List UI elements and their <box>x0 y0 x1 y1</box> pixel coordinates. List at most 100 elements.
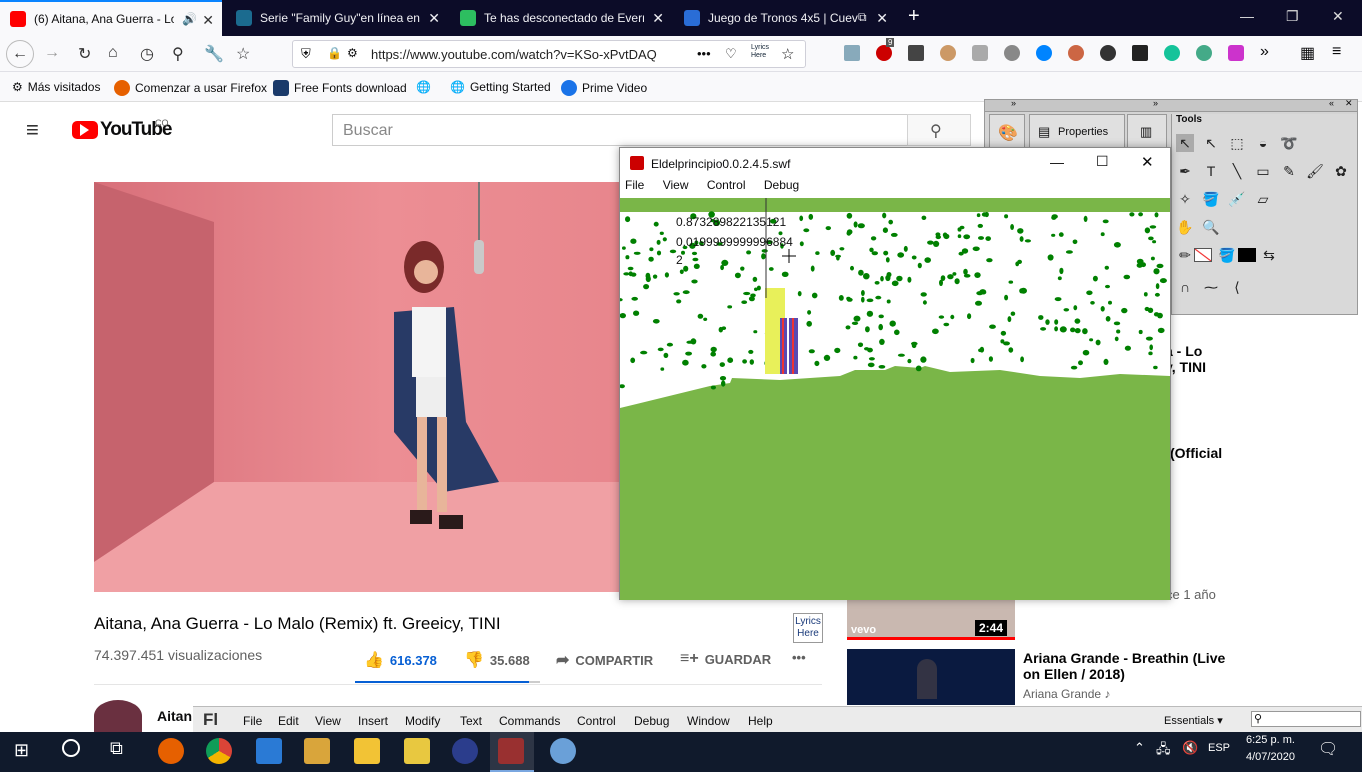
overflow-chevron-icon[interactable]: » <box>1260 43 1269 61</box>
sidebar-title-fragment[interactable]: (Official <box>1170 445 1222 461</box>
menu-debug[interactable]: Debug <box>764 178 799 192</box>
search-input[interactable]: Buscar <box>332 114 908 146</box>
cortana-search-icon[interactable] <box>62 739 80 757</box>
tab-juego-de-tronos[interactable]: Juego de Tronos 4x5 | Cueva ⧉ ✕ <box>674 0 896 36</box>
sidebar-title-fragment[interactable]: y, TINI <box>1165 359 1206 375</box>
tray-chevron-icon[interactable]: ⌃ <box>1134 740 1145 756</box>
network-icon[interactable]: 🖧 <box>1156 740 1171 762</box>
firefox-taskbar-icon[interactable] <box>158 738 184 764</box>
restore-icon[interactable]: ❐ <box>1286 8 1299 25</box>
bookmark-getting-started[interactable]: 🌐 Getting Started <box>450 80 551 94</box>
eyedropper-icon[interactable]: 💉 <box>1228 190 1246 208</box>
collapse-icon[interactable]: » <box>1153 98 1158 108</box>
chrome-taskbar-icon[interactable] <box>206 738 232 764</box>
volume-muted-icon[interactable]: 🔇 <box>1182 740 1198 756</box>
sidebar-channel[interactable]: Ariana Grande ♪ <box>1023 687 1110 701</box>
ide-menu-edit[interactable]: Edit <box>278 714 299 728</box>
monkey-icon[interactable] <box>940 45 956 61</box>
hamburger-menu-icon[interactable]: ≡ <box>26 117 39 143</box>
globe-extension-icon[interactable] <box>1196 45 1212 61</box>
pencil-tool-icon[interactable]: ✎ <box>1280 162 1298 180</box>
text-tool-icon[interactable]: T <box>1202 162 1220 180</box>
zoom-tool-icon[interactable]: 🔍 <box>1202 218 1220 236</box>
home-icon[interactable]: ⌂ <box>108 44 118 62</box>
account-icon[interactable] <box>1100 45 1116 61</box>
notifications-icon[interactable]: 🗨 <box>1318 739 1338 759</box>
free-transform-icon[interactable]: ⬚ <box>1228 134 1246 152</box>
close-tab-icon[interactable]: ✕ <box>202 12 214 29</box>
hand-tool-icon[interactable]: ✋ <box>1176 218 1194 236</box>
maximize-icon[interactable]: ☐ <box>1096 153 1109 170</box>
close-tab-icon[interactable]: ✕ <box>652 10 664 27</box>
brush-tool-icon[interactable]: 🖌 <box>1306 162 1324 180</box>
tab-youtube[interactable]: (6) Aitana, Ana Guerra - Lo M 🔊 ✕ <box>0 0 222 36</box>
ide-menu-debug[interactable]: Debug <box>634 714 669 728</box>
pen-tool-icon[interactable]: ✒ <box>1176 162 1194 180</box>
bookmark-prime-video[interactable]: Prime Video <box>561 80 647 96</box>
menu-file[interactable]: File <box>625 178 644 192</box>
paint-taskbar-icon[interactable] <box>550 738 576 764</box>
dislike-button[interactable]: 👎 35.688 <box>464 650 530 670</box>
deco-tool-icon[interactable]: ✿ <box>1332 162 1350 180</box>
bookmark-globe[interactable]: 🌐 <box>416 80 436 94</box>
clock-date[interactable]: 4/07/2020 <box>1246 751 1295 763</box>
file-explorer-icon[interactable] <box>354 738 380 764</box>
menu-view[interactable]: View <box>663 178 689 192</box>
lock-icon[interactable]: 🔒 <box>327 46 342 60</box>
s-extension-icon[interactable] <box>972 45 988 61</box>
minimize-icon[interactable]: — <box>1050 154 1064 170</box>
close-tab-icon[interactable]: ✕ <box>876 10 888 27</box>
url-bar[interactable]: ⛨ 🔒 ⚙ https://www.youtube.com/watch?v=KS… <box>292 40 806 68</box>
stroke-swatch[interactable] <box>1194 248 1212 262</box>
star-outline-icon[interactable]: ☆ <box>236 44 250 64</box>
minimize-icon[interactable]: — <box>1240 8 1254 24</box>
ide-menu-insert[interactable]: Insert <box>358 714 388 728</box>
collapse-icon[interactable]: » <box>1011 98 1016 108</box>
game-scene[interactable] <box>620 198 1170 600</box>
straighten-icon[interactable]: ⟨ <box>1228 278 1246 296</box>
app-taskbar-icon[interactable] <box>304 738 330 764</box>
audio-playing-icon[interactable]: 🔊 <box>182 12 197 26</box>
like-button[interactable]: 👍 616.378 <box>364 650 437 670</box>
ide-search-input[interactable]: ⚲ <box>1251 711 1361 727</box>
eraser-icon[interactable]: ▱ <box>1254 190 1272 208</box>
bookmark-comenzar-firefox[interactable]: Comenzar a usar Firefox <box>114 80 267 96</box>
close-window-icon[interactable]: ✕ <box>1332 8 1344 25</box>
stroke-color-icon[interactable]: ✏ <box>1176 246 1194 264</box>
extension-icon[interactable] <box>1068 45 1084 61</box>
input-language[interactable]: ESP <box>1208 742 1230 754</box>
permissions-icon[interactable]: ⚙ <box>347 46 358 60</box>
save-button[interactable]: ≡+ GUARDAR <box>680 650 771 668</box>
pip-icon[interactable]: ⧉ <box>858 10 867 25</box>
properties-tab[interactable]: ▤ Properties <box>1029 114 1125 148</box>
close-window-icon[interactable]: ✕ <box>1141 153 1154 171</box>
menu-control[interactable]: Control <box>707 178 746 192</box>
page-actions-button[interactable]: ••• <box>697 46 711 61</box>
messenger-icon[interactable] <box>1036 45 1052 61</box>
bookmark-mas-visitados[interactable]: ⚙ Más visitados <box>12 80 100 94</box>
selection-tool-icon[interactable]: ↖ <box>1176 134 1194 152</box>
workspace-switcher[interactable]: Essentials ▾ <box>1164 714 1223 727</box>
fill-swatch[interactable] <box>1238 248 1256 262</box>
new-tab-button[interactable]: + <box>908 5 920 28</box>
flash-stage[interactable]: 0.873289822135121 0.0199999999996884 2 <box>620 198 1170 600</box>
app-taskbar-icon[interactable] <box>452 738 478 764</box>
fill-color-icon[interactable]: 🪣 <box>1218 246 1236 264</box>
translate-icon[interactable] <box>1132 45 1148 61</box>
channel-name[interactable]: Aitan <box>157 708 192 724</box>
wrench-icon[interactable]: 🔧 <box>204 44 224 64</box>
swap-colors-icon[interactable]: ⇆ <box>1260 246 1278 264</box>
paint-bucket-icon[interactable]: 🪣 <box>1202 190 1220 208</box>
download-icon[interactable] <box>1228 45 1244 61</box>
extensions-icon[interactable]: ▦ <box>1300 43 1315 63</box>
sidebar-video-title[interactable]: Ariana Grande - Breathin (Live <box>1023 650 1225 666</box>
panel-tab-icon[interactable]: 🎨 <box>989 114 1025 148</box>
reload-icon[interactable]: ↻ <box>78 44 91 64</box>
close-panel-icon[interactable]: ✕ <box>1345 98 1353 109</box>
pocket-icon[interactable]: ♡ <box>725 46 737 62</box>
search-button[interactable]: ⚲ <box>907 114 971 146</box>
ide-menu-control[interactable]: Control <box>577 714 616 728</box>
share-button[interactable]: ➦ COMPARTIR <box>556 650 653 670</box>
adblock-icon[interactable] <box>876 45 892 61</box>
3d-rotation-icon[interactable]: ◒ <box>1254 134 1272 152</box>
